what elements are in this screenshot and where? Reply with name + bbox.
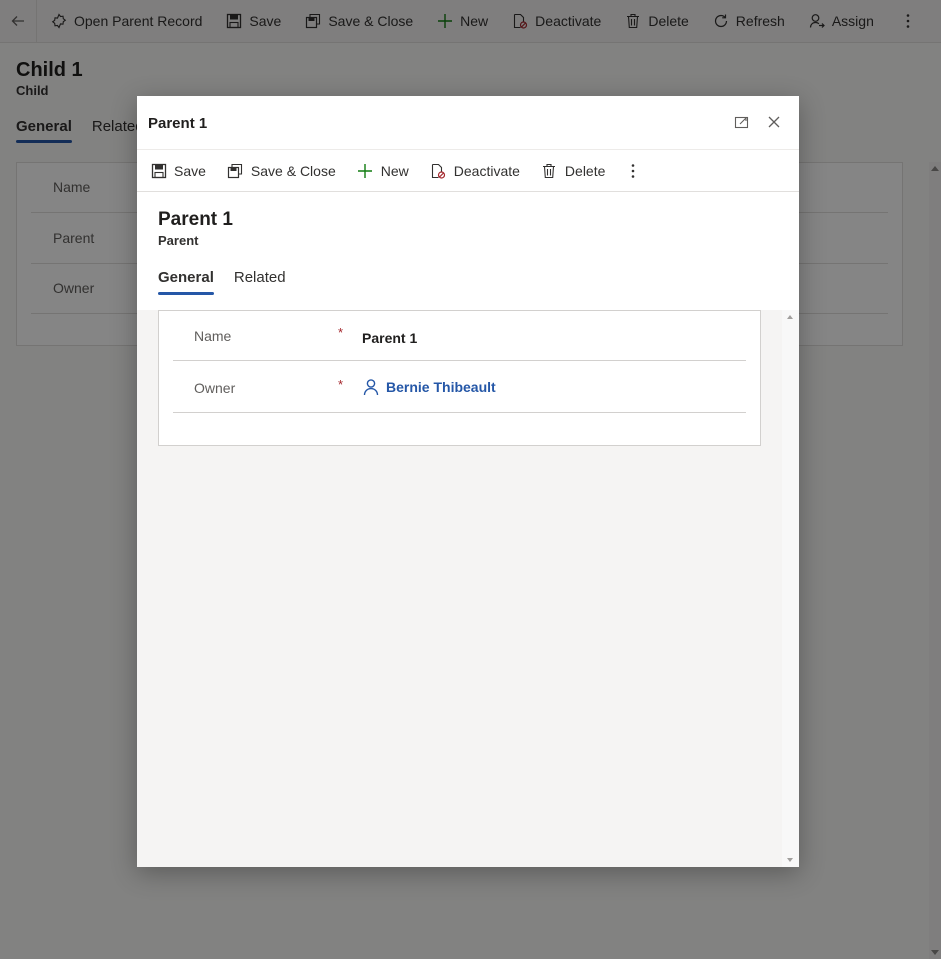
name-field-label: Name [194,328,232,344]
general-section-card: Name * Parent 1 Owner * Bernie Thibeault [158,310,761,446]
dialog-save-label: Save [174,162,206,179]
more-vertical-icon [632,163,635,178]
open-in-new-window-icon [734,116,749,129]
dialog-new-button[interactable]: New [348,150,421,192]
save-close-icon [227,162,244,179]
save-icon [150,162,167,179]
close-dialog-button[interactable] [766,114,782,130]
expand-dialog-button[interactable] [734,114,750,130]
owner-field-row: Owner * Bernie Thibeault [173,363,746,413]
close-icon [768,116,780,128]
trash-icon [541,162,558,179]
record-tab-list: General Related [158,269,286,295]
record-entity-name: Parent [158,233,199,248]
dialog-command-bar: Save Save & Close New Deactivate Delete [137,150,799,192]
form-scrollbar[interactable] [782,310,799,867]
dialog-save-button[interactable]: Save [141,150,218,192]
scroll-up-arrow-icon[interactable] [787,315,793,319]
record-title: Parent 1 [158,209,233,230]
dialog-header: Parent 1 [137,96,799,150]
plus-icon [357,162,374,179]
scroll-down-arrow-icon[interactable] [787,858,793,862]
dialog-new-label: New [380,162,409,179]
owner-name[interactable]: Bernie Thibeault [386,379,496,395]
tab-related[interactable]: Related [234,269,286,295]
dialog-save-close-button[interactable]: Save & Close [218,150,348,192]
required-indicator: * [338,325,344,340]
dialog-delete-label: Delete [564,162,606,179]
dialog-more-commands-button[interactable] [617,150,645,192]
required-indicator: * [338,377,344,392]
quick-view-dialog: Parent 1 Save Save & Close New Deactivat… [137,96,799,867]
dialog-title: Parent 1 [148,115,208,132]
name-field-row: Name * Parent 1 [173,311,746,361]
owner-field-label: Owner [194,380,236,396]
name-field-input[interactable]: Parent 1 [362,330,417,346]
owner-lookup-link[interactable]: Bernie Thibeault [362,378,496,396]
person-icon [362,378,380,396]
dialog-delete-button[interactable]: Delete [532,150,617,192]
tab-general[interactable]: General [158,269,214,295]
dialog-save-close-label: Save & Close [250,162,336,179]
dialog-deactivate-label: Deactivate [453,162,520,179]
deactivate-icon [430,162,447,179]
dialog-deactivate-button[interactable]: Deactivate [421,150,532,192]
